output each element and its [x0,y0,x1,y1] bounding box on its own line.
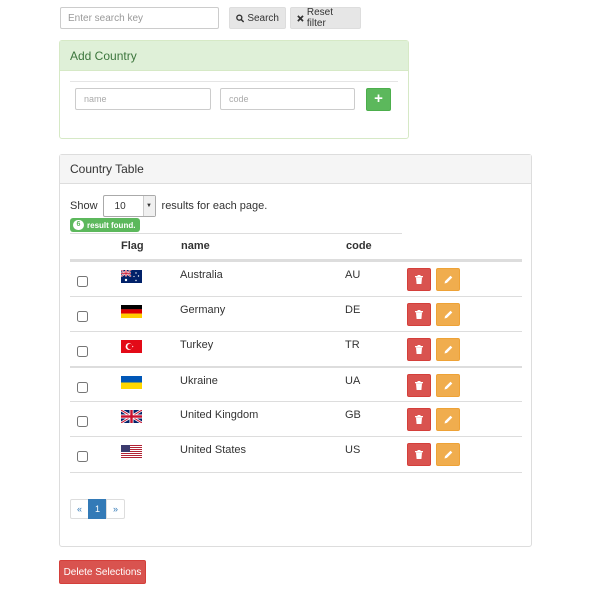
flag-us-icon [121,445,142,458]
flag-ua-icon [121,376,142,389]
plus-icon: + [374,90,383,107]
edit-row-button[interactable] [436,374,460,397]
search-icon [236,14,245,23]
pencil-icon [444,415,452,424]
divider [70,233,402,234]
divider [70,81,398,82]
search-button[interactable]: Search [229,7,286,29]
search-input[interactable] [60,7,219,29]
country-name: Germany [180,304,226,316]
edit-row-button[interactable] [436,338,460,361]
trash-icon [415,345,423,354]
pagination-page[interactable]: 1 [88,499,107,519]
table-row: Australia AU [70,261,522,296]
country-code: GB [345,409,361,421]
pencil-icon [444,310,452,319]
country-code: TR [345,339,360,351]
page-size-value: 10 [114,200,126,212]
trash-icon [415,450,423,459]
page-size-row: Show 10 ▼ results for each page. [70,195,267,217]
add-country-button[interactable]: + [366,88,391,111]
delete-row-button[interactable] [407,338,431,361]
pagination-prev[interactable]: « [70,499,89,519]
trash-icon [415,275,423,284]
table-row: Turkey TR [70,331,522,366]
chevron-down-icon: ▼ [142,196,155,216]
table-row: Germany DE [70,296,522,331]
row-select-checkbox[interactable] [77,416,88,427]
country-name: Australia [180,269,223,281]
country-code: DE [345,304,361,316]
country-table-title: Country Table [60,155,531,184]
edit-row-button[interactable] [436,303,460,326]
pagination-next[interactable]: » [106,499,125,519]
delete-row-button[interactable] [407,443,431,466]
flag-tr-icon [121,340,142,353]
flag-au-icon [121,270,142,283]
country-name: Turkey [180,339,214,351]
add-country-panel: Add Country + [59,40,409,139]
table-row: United States US [70,436,522,471]
trash-icon [415,381,423,390]
result-count: 6 [73,220,84,230]
result-found-label: result found. [87,220,136,230]
delete-selections-button[interactable]: Delete Selections [59,560,146,584]
trash-icon [415,310,423,319]
pencil-icon [444,275,452,284]
country-code: US [345,444,361,456]
column-header-name: name [181,240,210,252]
table-bottom-border [70,472,522,473]
results-per-page-label: results for each page. [161,200,268,212]
delete-row-button[interactable] [407,268,431,291]
delete-row-button[interactable] [407,374,431,397]
delete-row-button[interactable] [407,303,431,326]
row-select-checkbox[interactable] [77,346,88,357]
edit-row-button[interactable] [436,268,460,291]
country-table-panel: Country Table Show 10 ▼ results for each… [59,154,532,547]
page-size-select[interactable]: 10 ▼ [102,195,156,217]
country-name: United States [180,444,247,456]
pagination: « 1 » [70,499,125,519]
result-count-badge: 6 result found. [70,218,141,232]
table-row: Ukraine UA [70,366,522,401]
add-country-title: Add Country [60,41,408,71]
pencil-icon [444,450,452,459]
country-name: Ukraine [180,375,218,387]
trash-icon [415,415,423,424]
table-row: United Kingdom GB [70,401,522,436]
close-icon [297,14,304,22]
flag-de-icon [121,305,142,318]
show-label: Show [70,200,98,212]
edit-row-button[interactable] [436,443,460,466]
column-header-code: code [346,240,372,252]
pencil-icon [444,381,452,390]
row-select-checkbox[interactable] [77,382,88,393]
country-name: United Kingdom [180,409,259,421]
pencil-icon [444,345,452,354]
country-code: AU [345,269,361,281]
country-code: UA [345,375,361,387]
reset-filter-button[interactable]: Reset filter [290,7,361,29]
reset-filter-label: Reset filter [306,7,334,29]
search-button-label: Search [247,12,279,24]
row-select-checkbox[interactable] [77,451,88,462]
row-select-checkbox[interactable] [77,276,88,287]
delete-row-button[interactable] [407,408,431,431]
column-header-flag: Flag [121,240,144,252]
country-name-input[interactable] [75,88,211,110]
row-select-checkbox[interactable] [77,311,88,322]
edit-row-button[interactable] [436,408,460,431]
country-code-input[interactable] [220,88,355,110]
flag-gb-icon [121,410,142,423]
